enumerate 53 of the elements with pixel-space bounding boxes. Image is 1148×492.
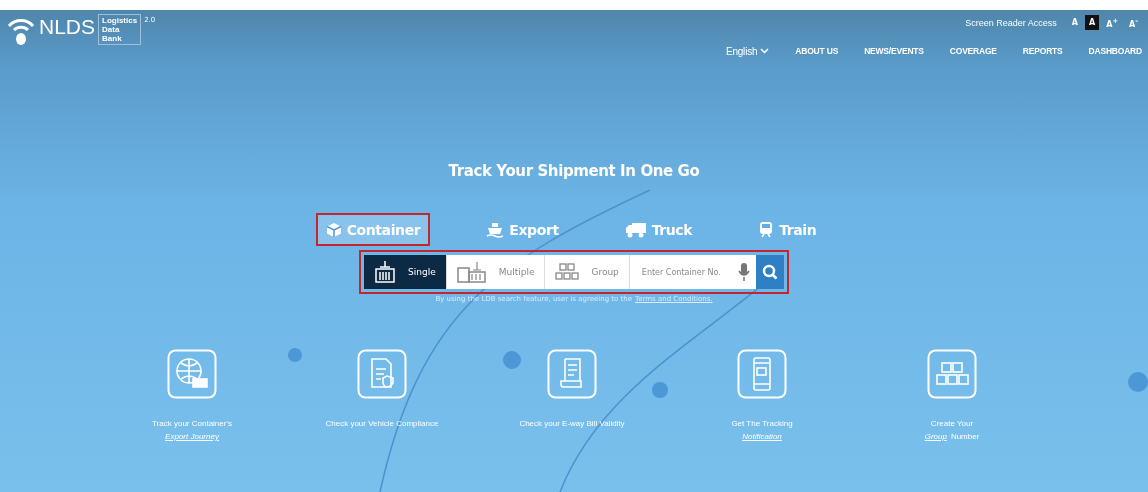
feature-link[interactable]: Group (924, 432, 947, 441)
feature-link[interactable]: Notification (742, 432, 782, 441)
logo-text: NLDS (39, 16, 96, 38)
feature-text: Number (950, 432, 980, 441)
nav-link[interactable]: REPORTS (1022, 46, 1063, 57)
feature-text: Check your Vehicle Compliance (325, 419, 439, 428)
feature-icon[interactable] (357, 349, 407, 399)
chevron-down-icon (760, 48, 770, 55)
tracking-tab[interactable]: Export (476, 213, 569, 246)
feature-text: Get The Tracking (731, 419, 793, 428)
logo-word: Logistics (102, 16, 138, 25)
search-mode-button[interactable]: Group (545, 255, 630, 289)
language-dropdown[interactable]: English (725, 45, 770, 57)
feature-icon[interactable] (167, 349, 217, 399)
container-crane-icon (374, 260, 396, 284)
container-number-input[interactable]: Enter Container No. (629, 255, 738, 289)
nav-link[interactable]: NEWS/EVENTS (864, 46, 924, 57)
feature-icon[interactable] (547, 349, 597, 399)
font-size-button[interactable]: A$^{+}$ (1102, 14, 1123, 32)
feature-icon[interactable] (927, 349, 977, 399)
feature-text: Check your E-way Bill Validity (519, 419, 625, 428)
network-node (652, 382, 668, 398)
nav-link[interactable]: ABOUT US (795, 46, 839, 57)
nav-link[interactable]: DASHBOARD (1088, 46, 1142, 57)
network-node (1128, 372, 1148, 392)
tracking-tab[interactable]: Container (315, 213, 431, 246)
network-node (503, 351, 521, 369)
nav-link[interactable]: COVERAGE (949, 46, 997, 57)
font-size-button[interactable]: A (1067, 15, 1083, 31)
train-icon (758, 221, 775, 238)
containers-crane-icon (456, 260, 487, 284)
search-button[interactable] (756, 255, 784, 289)
logo-word: Data (102, 25, 121, 34)
search-mode-button[interactable]: Multiple (446, 255, 546, 289)
ship-icon (486, 221, 505, 238)
feature-text: Track your Container's (152, 419, 232, 428)
logo-word: Bank (102, 34, 123, 43)
feature-text: Create Your (930, 419, 974, 428)
feature-icon[interactable] (737, 349, 787, 399)
truck-icon (624, 221, 647, 238)
feature-link[interactable]: Export Journey (165, 432, 219, 441)
search-mode-button[interactable]: Single (364, 255, 447, 289)
font-size-button[interactable]: A (1085, 15, 1100, 31)
font-size-button[interactable]: A$^{-}$ (1125, 14, 1142, 32)
tracking-tab[interactable]: Train (748, 213, 827, 246)
tracking-tab[interactable]: Truck (614, 213, 703, 246)
network-node (288, 348, 302, 362)
box-icon (325, 221, 342, 238)
hero-title: Track Your Shipment In One Go (447, 162, 701, 180)
screen-reader-link[interactable]: Screen Reader Access (965, 17, 1057, 28)
search-icon (762, 264, 778, 280)
microphone-icon[interactable] (738, 255, 756, 289)
grid-icon (555, 262, 580, 282)
